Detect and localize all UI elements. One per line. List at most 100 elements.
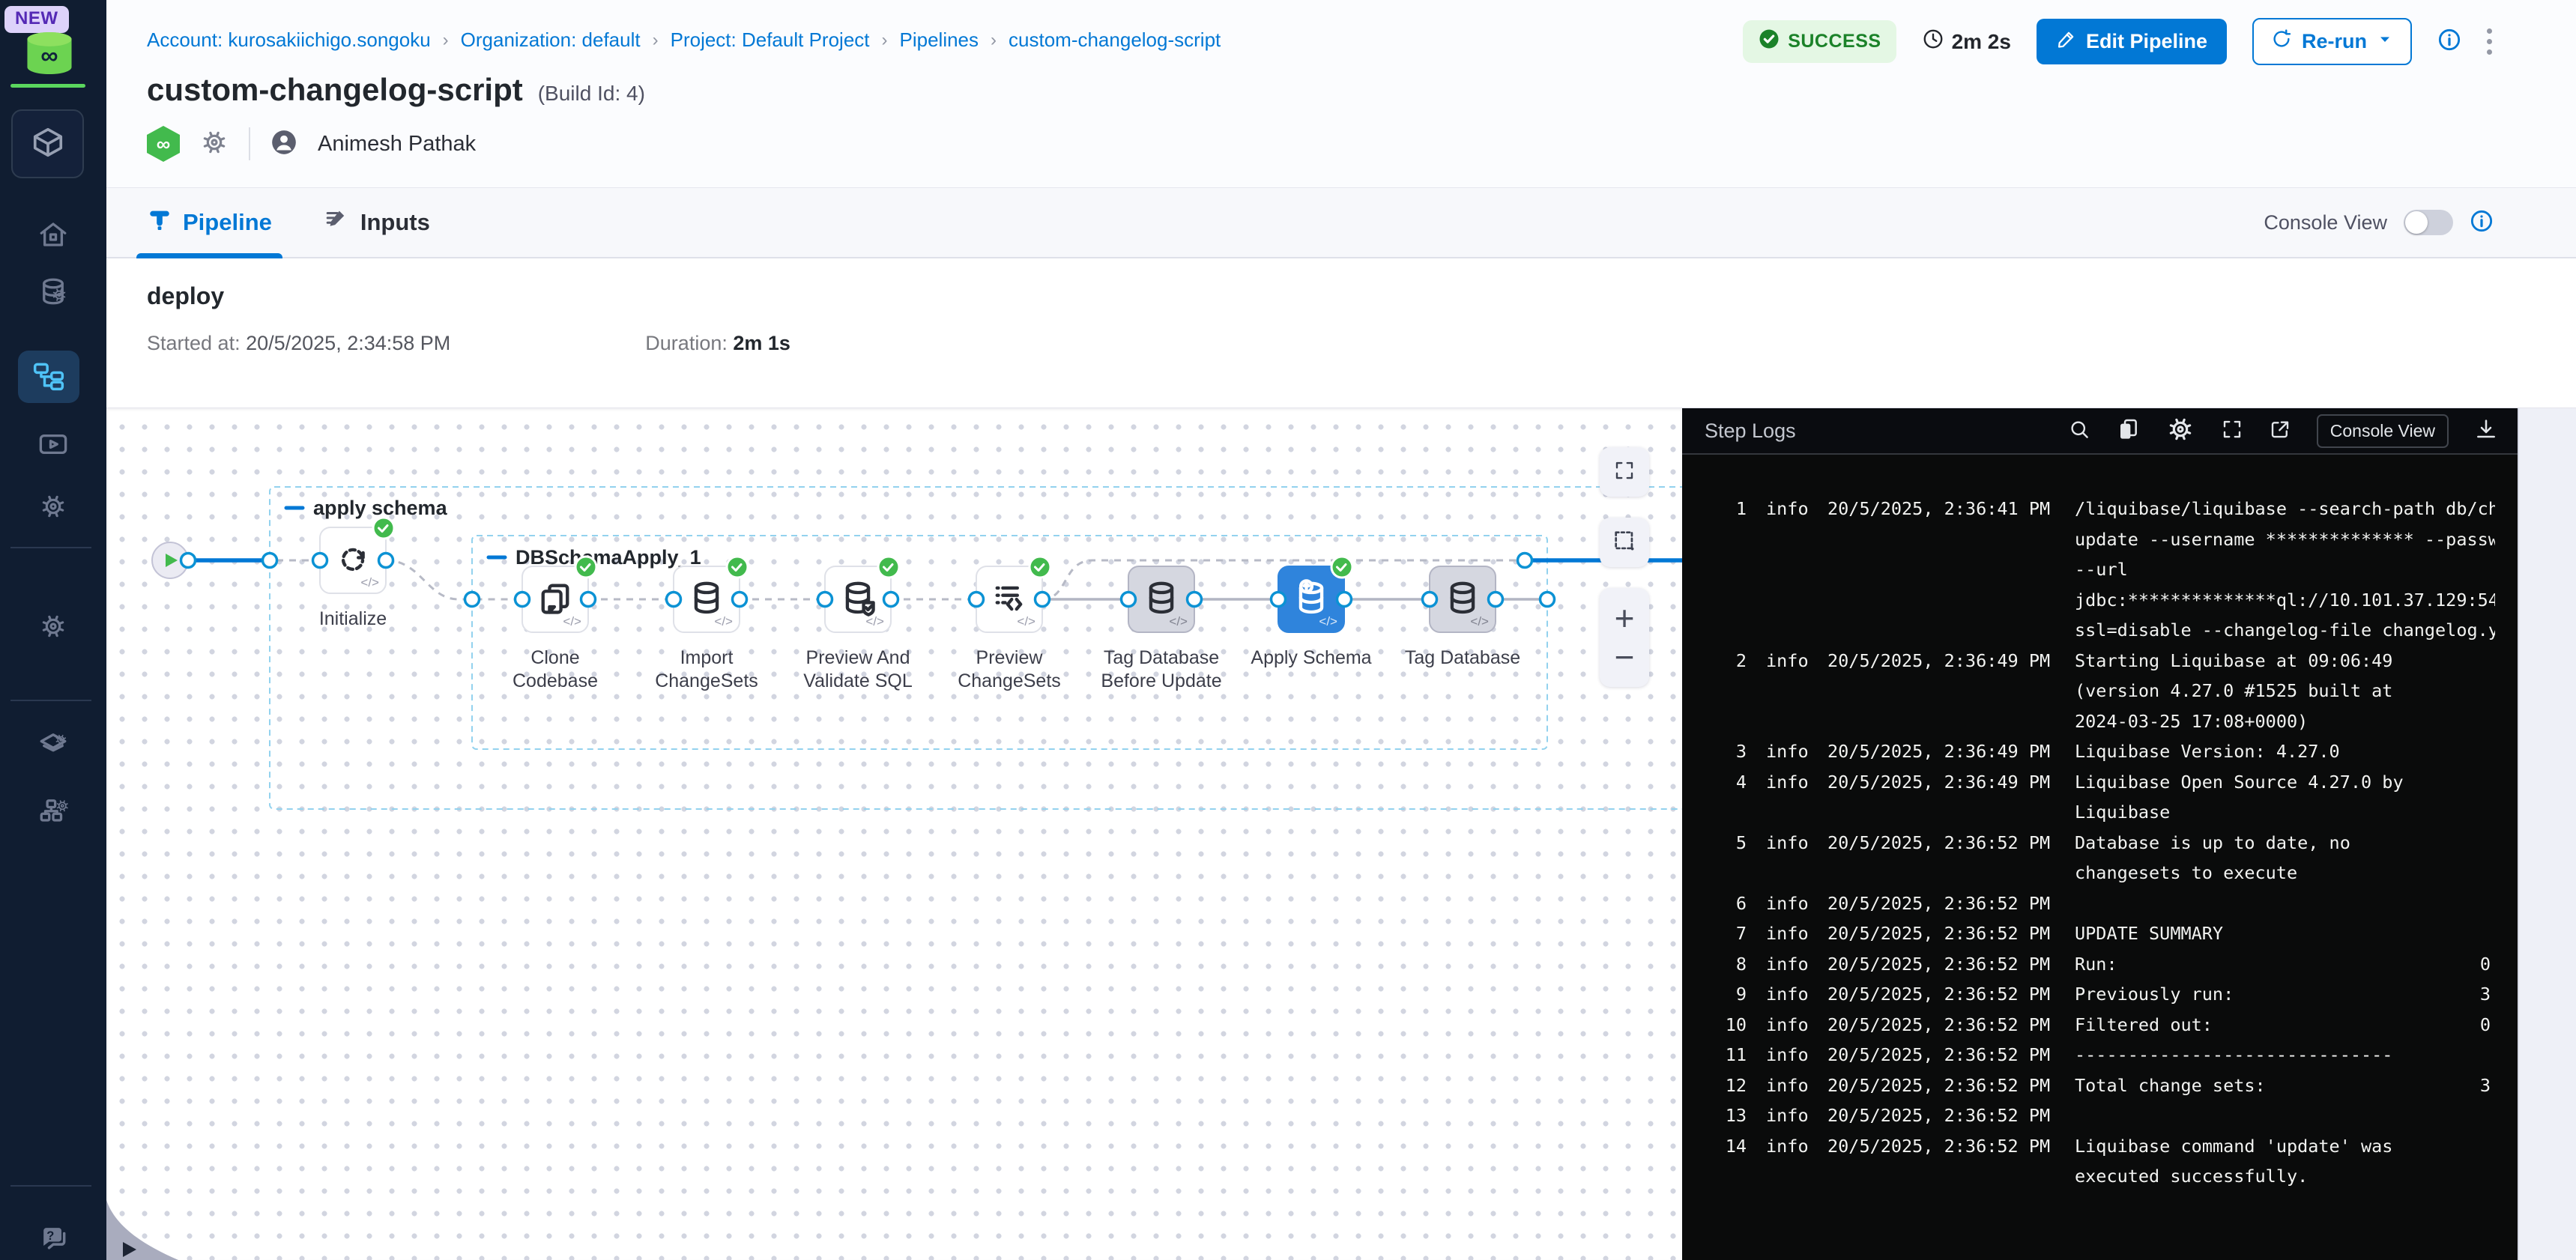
node-port xyxy=(970,593,984,607)
console-view-toggle[interactable] xyxy=(2404,210,2453,235)
executions-icon xyxy=(37,428,69,464)
download-icon[interactable] xyxy=(2474,417,2498,445)
stage-summary: deploy Started at: 20/5/2025, 2:34:58 PM… xyxy=(106,258,2576,408)
home-icon xyxy=(37,219,69,254)
node-port xyxy=(818,593,832,607)
gear-icon[interactable] xyxy=(199,127,229,161)
log-line: 6info20/5/2025, 2:36:52 PM xyxy=(1708,888,2495,919)
console-view-button[interactable]: Console View xyxy=(2317,414,2449,448)
canvas-marquee-select-button[interactable] xyxy=(1600,518,1649,567)
svg-text:∞: ∞ xyxy=(40,42,58,69)
breadcrumb-link[interactable]: Project: Default Project xyxy=(671,28,870,52)
log-output[interactable]: 1info20/5/2025, 2:36:41 PM/liquibase/liq… xyxy=(1682,455,2518,1192)
sidebar-item-help[interactable]: ? xyxy=(0,1221,106,1258)
expand-icon[interactable] xyxy=(2221,418,2243,444)
step-group-label: DBSchemaApply_1 xyxy=(515,546,701,569)
breadcrumb: Account: kurosakiichigo.songoku › Organiza… xyxy=(147,28,1221,52)
check-circle-icon xyxy=(1758,28,1780,55)
open-external-icon[interactable] xyxy=(2269,418,2291,444)
breadcrumb-link[interactable]: custom-changelog-script xyxy=(1009,28,1221,52)
success-check-badge xyxy=(373,518,394,539)
inputs-tab-icon xyxy=(324,207,350,238)
code-badge: </> xyxy=(1017,614,1035,629)
log-line: jdbc:**************ql://10.101.37.129:54… xyxy=(1708,585,2495,616)
breadcrumb-link[interactable]: Organization: default xyxy=(461,28,641,52)
fullscreen-icon xyxy=(1613,459,1636,485)
node-port xyxy=(1541,593,1555,607)
tab-inputs[interactable]: Inputs xyxy=(324,188,430,257)
pipeline-node-tag-database[interactable]: </>Tag Database xyxy=(1405,566,1520,668)
node-port xyxy=(263,554,277,568)
info-icon[interactable] xyxy=(2437,28,2461,55)
node-port xyxy=(1272,593,1286,607)
pipeline-node-import-changesets[interactable]: </>ImportChangeSets xyxy=(655,557,758,691)
node-label: Preview And xyxy=(806,647,910,668)
node-port xyxy=(465,593,480,607)
page-title: custom-changelog-script xyxy=(147,72,523,108)
build-id: (Build Id: 4) xyxy=(538,82,645,106)
gear-icon xyxy=(38,611,68,645)
node-port xyxy=(1337,593,1352,607)
sidebar-item-db-setup[interactable] xyxy=(0,276,106,311)
log-line: 11info20/5/2025, 2:36:52 PM-------------… xyxy=(1708,1040,2495,1070)
breadcrumb-separator: › xyxy=(882,30,888,51)
breadcrumb-separator: › xyxy=(653,30,659,51)
right-gutter xyxy=(2518,408,2576,1260)
pipeline-tab-icon xyxy=(147,207,172,238)
success-check-badge xyxy=(1030,557,1050,578)
node-port xyxy=(313,554,327,568)
left-nav-rail: NEW ∞ ? xyxy=(0,0,106,1260)
zoom-out-button[interactable]: − xyxy=(1600,632,1649,682)
rerun-button[interactable]: Re-run xyxy=(2252,18,2412,65)
info-icon[interactable] xyxy=(2470,209,2494,237)
sidebar-item-project-settings[interactable] xyxy=(0,611,106,645)
breadcrumb-link[interactable]: Account: kurosakiichigo.songoku xyxy=(147,28,431,52)
harness-dbdevops-logo[interactable]: ∞ xyxy=(22,30,76,80)
pipeline-node-tag-database-before-update[interactable]: </>Tag DatabaseBefore Update xyxy=(1101,566,1221,691)
sidebar-item-org-settings[interactable] xyxy=(0,794,106,829)
node-port xyxy=(581,593,596,607)
pipeline-node-apply-schema[interactable]: </>Apply Schema xyxy=(1251,557,1371,668)
edit-pipeline-button[interactable]: Edit Pipeline xyxy=(2037,19,2227,64)
log-line: 8info20/5/2025, 2:36:52 PMRun:0 xyxy=(1708,949,2495,980)
refresh-icon xyxy=(2270,28,2293,55)
node-label: Before Update xyxy=(1101,670,1221,691)
sidebar-item-module-selector[interactable] xyxy=(11,109,84,178)
layers-gear-icon xyxy=(37,728,69,763)
log-line: 10info20/5/2025, 2:36:52 PMFiltered out:… xyxy=(1708,1010,2495,1041)
sidebar-item-settings[interactable] xyxy=(0,491,106,525)
sidebar-item-pipelines[interactable] xyxy=(18,351,79,403)
canvas-zoom-controls: + − xyxy=(1600,588,1649,687)
node-label: Import xyxy=(680,647,734,668)
tab-pipeline[interactable]: Pipeline xyxy=(147,188,272,257)
gear-icon xyxy=(38,491,68,525)
success-check-badge xyxy=(878,557,899,578)
sidebar-item-home[interactable] xyxy=(0,219,106,254)
log-line: Liquibase xyxy=(1708,797,2495,828)
breadcrumb-link[interactable]: Pipelines xyxy=(900,28,979,52)
org-gear-icon xyxy=(37,794,69,829)
copy-icon[interactable] xyxy=(2116,417,2140,445)
stage-name: deploy xyxy=(147,282,224,310)
pipeline-canvas[interactable]: apply schemaDBSchemaApply_1</>Initialize… xyxy=(106,408,1682,1260)
pipeline-node-initialize[interactable]: </>Initialize xyxy=(319,518,394,629)
search-icon[interactable] xyxy=(2068,418,2090,444)
collapse-panel-handle[interactable] xyxy=(106,1200,178,1260)
sidebar-item-executions[interactable] xyxy=(0,428,106,464)
pipeline-node-preview-changesets[interactable]: </>PreviewChangeSets xyxy=(958,557,1061,691)
page-header: Account: kurosakiichigo.songoku › Organiza… xyxy=(106,0,2576,258)
canvas-fullscreen-button[interactable] xyxy=(1600,447,1649,497)
node-port xyxy=(1423,593,1437,607)
module-active-indicator xyxy=(10,84,85,88)
gear-icon[interactable] xyxy=(2165,414,2195,448)
code-badge: </> xyxy=(360,575,379,590)
node-label: Apply Schema xyxy=(1251,647,1371,668)
sidebar-item-layers-settings[interactable] xyxy=(0,728,106,763)
more-options-button[interactable] xyxy=(2487,28,2492,55)
pipeline-node-clone-codebase[interactable]: </>CloneCodebase xyxy=(513,557,598,691)
node-port xyxy=(515,593,530,607)
success-check-badge xyxy=(727,557,748,578)
pipeline-node-preview-and-validate-sql[interactable]: </>Preview AndValidate SQL xyxy=(803,557,913,691)
node-label: Tag Database xyxy=(1104,647,1219,668)
clock-icon xyxy=(1922,28,1944,55)
